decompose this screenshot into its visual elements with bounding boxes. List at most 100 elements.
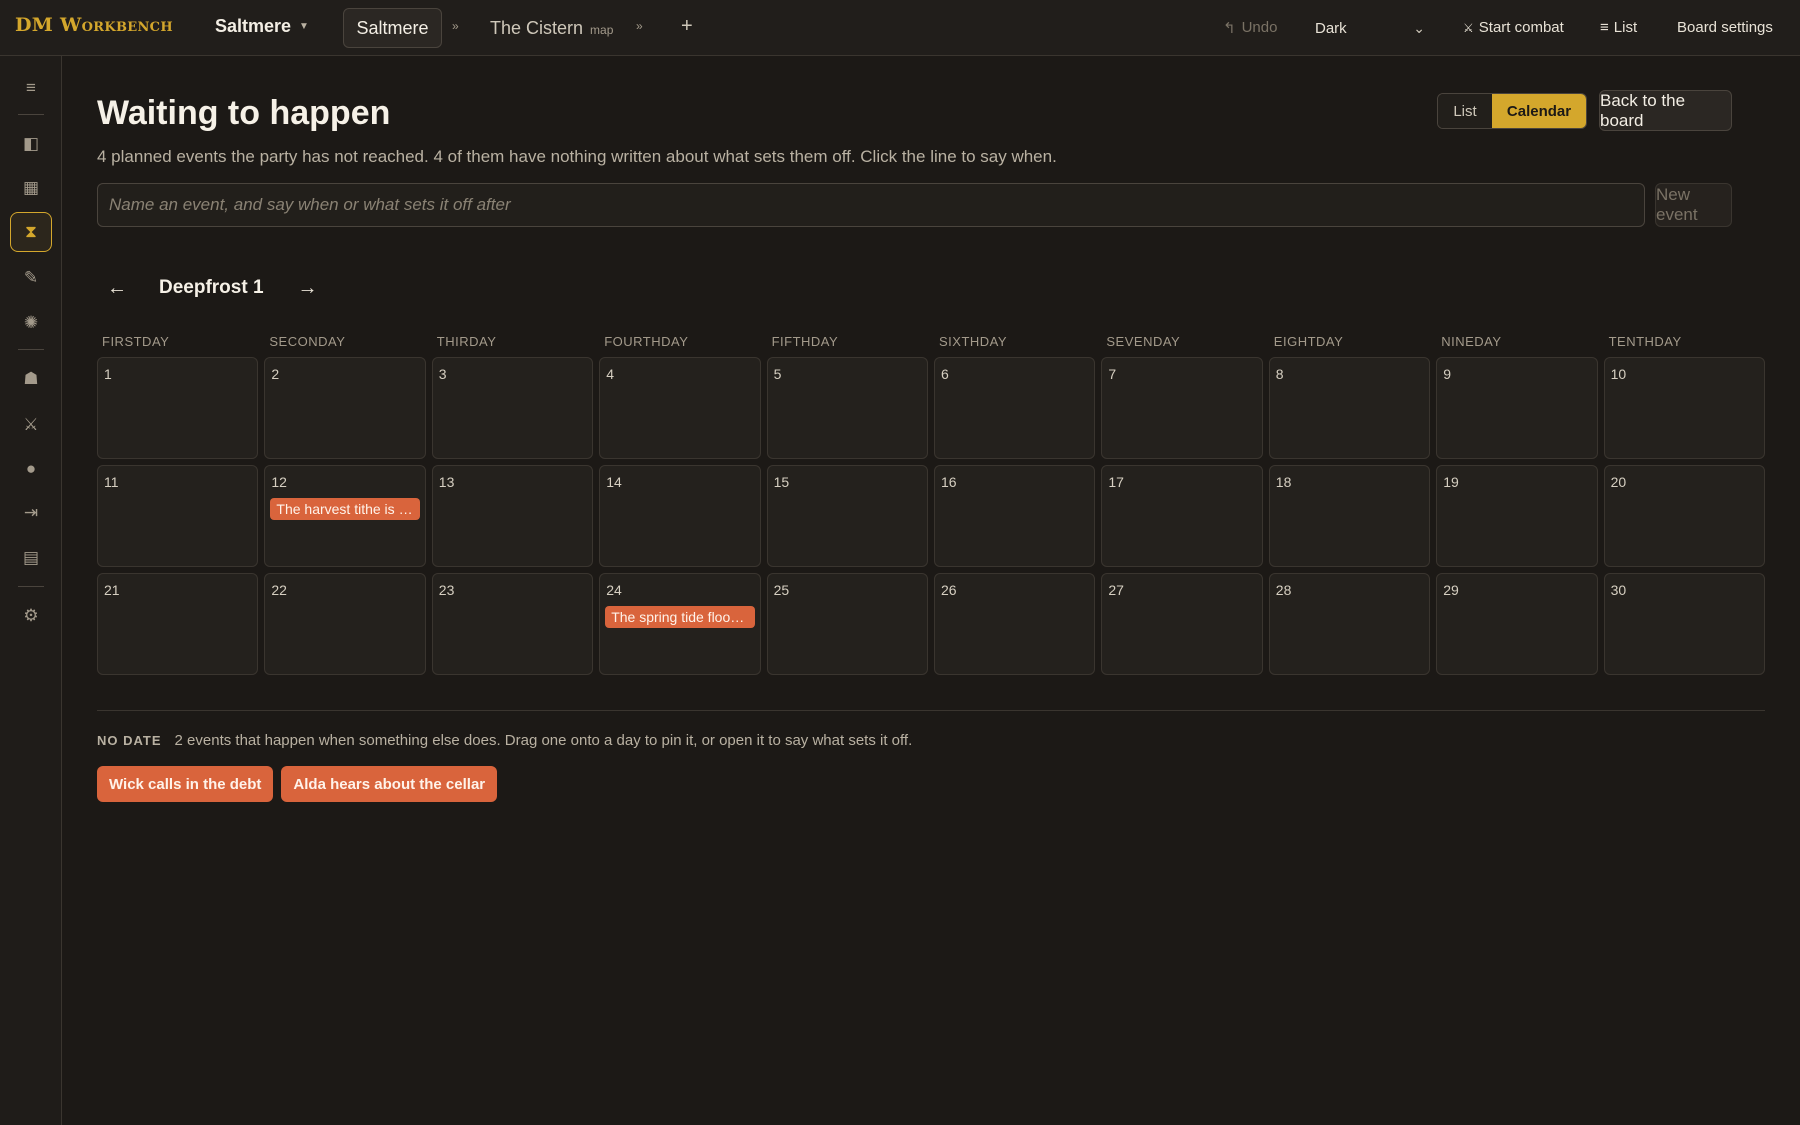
bell-icon[interactable]: ☗	[10, 359, 52, 399]
calendar-day-cell[interactable]: 13	[431, 465, 594, 567]
weekday-header-row: FIRSTDAY SECONDAY THIRDAY FOURTHDAY FIFT…	[97, 334, 1765, 349]
unscheduled-event[interactable]: Wick calls in the debt	[97, 766, 274, 802]
unscheduled-event[interactable]: Alda hears about the cellar	[281, 766, 498, 802]
calendar-day-cell[interactable]: 16	[933, 465, 1096, 567]
calendar-week-row: 11 12 The harvest tithe is due 13 14 15 16 17 18…	[97, 465, 1765, 567]
undo-button[interactable]: ↰ Undo	[1223, 19, 1277, 37]
no-date-events: Wick calls in the debt Alda hears about …	[97, 766, 498, 802]
tab-saltmere[interactable]: Saltmere	[343, 8, 442, 48]
dot-icon[interactable]: ●	[10, 449, 52, 489]
view-toggle: List Calendar	[1437, 93, 1587, 129]
swords-icon[interactable]: ⚔	[10, 405, 52, 445]
chevron-down-icon: ⌄	[1413, 19, 1425, 36]
calendar-day-cell[interactable]: 23	[431, 573, 594, 675]
calendar-day-cell[interactable]: 27	[1101, 573, 1263, 675]
calendar-day-cell[interactable]: 29	[1436, 573, 1598, 675]
month-navigation: ← Deepfrost 1 →	[97, 268, 328, 308]
new-event-button[interactable]: New event	[1655, 183, 1732, 227]
grid-icon[interactable]: ▦	[10, 168, 52, 208]
board-settings-button[interactable]: Board settings	[1677, 19, 1773, 36]
day-number: 29	[1443, 582, 1459, 598]
hourglass-icon[interactable]: ⧗	[10, 212, 52, 252]
calendar-day-cell[interactable]: 21	[97, 573, 259, 675]
calendar-day-cell[interactable]: 10	[1603, 357, 1765, 459]
calendar-day-cell[interactable]: 8	[1268, 357, 1431, 459]
day-number: 14	[606, 474, 622, 490]
prev-month-button[interactable]: ←	[97, 277, 137, 300]
calendar-day-cell[interactable]: 1	[97, 357, 259, 459]
calendar-day-cell[interactable]: 25	[766, 573, 928, 675]
gear-icon[interactable]: ⚙	[10, 596, 52, 636]
tab-the-cistern[interactable]: The Cistern map	[490, 8, 613, 48]
calendar-day-cell[interactable]: 20	[1603, 465, 1765, 567]
sidebar: ≡ ◧ ▦ ⧗ ✎ ✺ ☗ ⚔ ● ⇥ ▤ ⚙	[0, 56, 62, 1125]
day-number: 2	[271, 366, 280, 382]
day-number: 3	[438, 366, 447, 382]
calendar-day-cell[interactable]: 22	[264, 573, 426, 675]
day-number: 23	[438, 582, 455, 598]
calendar-day-cell[interactable]: 24 The spring tide floods the cistern	[599, 573, 761, 675]
calendar-day-cell[interactable]: 12 The harvest tithe is due	[264, 465, 426, 567]
list-view-button[interactable]: ≡ List	[1600, 19, 1637, 36]
menu-icon[interactable]: ≡	[10, 68, 52, 108]
day-number: 20	[1610, 474, 1627, 490]
campaign-selector[interactable]: Saltmere ▼	[215, 16, 309, 37]
calendar-day-cell[interactable]: 11	[97, 465, 259, 567]
calendar-day-cell[interactable]: 19	[1436, 465, 1598, 567]
section-divider	[97, 710, 1765, 711]
tab-chevron-icon[interactable]: »	[452, 19, 459, 33]
day-number: 17	[1108, 474, 1124, 490]
weekday-label: SEVENDAY	[1106, 334, 1181, 349]
list-icon: ≡	[1600, 19, 1609, 36]
calendar-day-cell[interactable]: 3	[431, 357, 594, 459]
panel-icon[interactable]: ◧	[10, 124, 52, 164]
day-number: 25	[773, 582, 790, 598]
calendar-day-cell[interactable]: 14	[599, 465, 761, 567]
calendar-grid: FIRSTDAY SECONDAY THIRDAY FOURTHDAY FIFT…	[97, 334, 1765, 681]
day-number: 18	[1275, 474, 1292, 490]
calendar-day-cell[interactable]: 28	[1268, 573, 1431, 675]
campaign-name: Saltmere	[215, 16, 292, 36]
calendar-view-toggle[interactable]: Calendar	[1492, 94, 1586, 128]
pencil-icon[interactable]: ✎	[10, 258, 52, 298]
layers-icon[interactable]: ▤	[10, 538, 52, 578]
start-combat-button[interactable]: ⚔ Start combat	[1463, 19, 1564, 36]
back-to-board-button[interactable]: Back to the board	[1599, 90, 1732, 131]
weekday-label: FOURTHDAY	[604, 334, 689, 349]
calendar-day-cell[interactable]: 7	[1101, 357, 1263, 459]
new-event-input[interactable]	[97, 183, 1645, 227]
calendar-day-cell[interactable]: 6	[933, 357, 1096, 459]
day-number: 10	[1610, 366, 1627, 382]
calendar-day-cell[interactable]: 9	[1436, 357, 1598, 459]
export-icon[interactable]: ⇥	[10, 493, 52, 533]
page-subtitle[interactable]: 4 planned events the party has not reach…	[97, 147, 1057, 167]
list-view-toggle[interactable]: List	[1438, 94, 1492, 128]
event-chip[interactable]: The harvest tithe is due	[270, 498, 420, 520]
theme-select[interactable]: Dark ⌄	[1305, 10, 1435, 46]
day-number: 21	[104, 582, 120, 598]
list-label: List	[1613, 19, 1638, 36]
calendar-day-cell[interactable]: 15	[766, 465, 928, 567]
weekday-label: FIRSTDAY	[102, 334, 170, 349]
day-number: 22	[271, 582, 287, 598]
calendar-day-cell[interactable]: 2	[264, 357, 426, 459]
tab-chevron-icon[interactable]: »	[636, 19, 643, 33]
day-number: 30	[1610, 582, 1627, 598]
calendar-day-cell[interactable]: 18	[1268, 465, 1431, 567]
calendar-day-cell[interactable]: 17	[1101, 465, 1263, 567]
event-chip[interactable]: The spring tide floods the cistern	[605, 606, 755, 628]
day-number: 27	[1108, 582, 1124, 598]
page-title: Waiting to happen	[97, 94, 391, 132]
add-tab-button[interactable]: +	[681, 15, 693, 38]
day-number: 24	[606, 582, 622, 598]
calendar-day-cell[interactable]: 26	[933, 573, 1096, 675]
calendar-day-cell[interactable]: 4	[599, 357, 761, 459]
sun-icon[interactable]: ✺	[10, 303, 52, 343]
no-date-header: NO DATE 2 events that happen when someth…	[97, 732, 912, 749]
swords-icon: ⚔	[1463, 20, 1474, 35]
next-month-button[interactable]: →	[288, 277, 328, 300]
main-content: Waiting to happen 4 planned events the p…	[62, 56, 1800, 1125]
calendar-day-cell[interactable]: 30	[1603, 573, 1765, 675]
calendar-day-cell[interactable]: 5	[766, 357, 928, 459]
tab-label: The Cistern	[490, 17, 584, 38]
